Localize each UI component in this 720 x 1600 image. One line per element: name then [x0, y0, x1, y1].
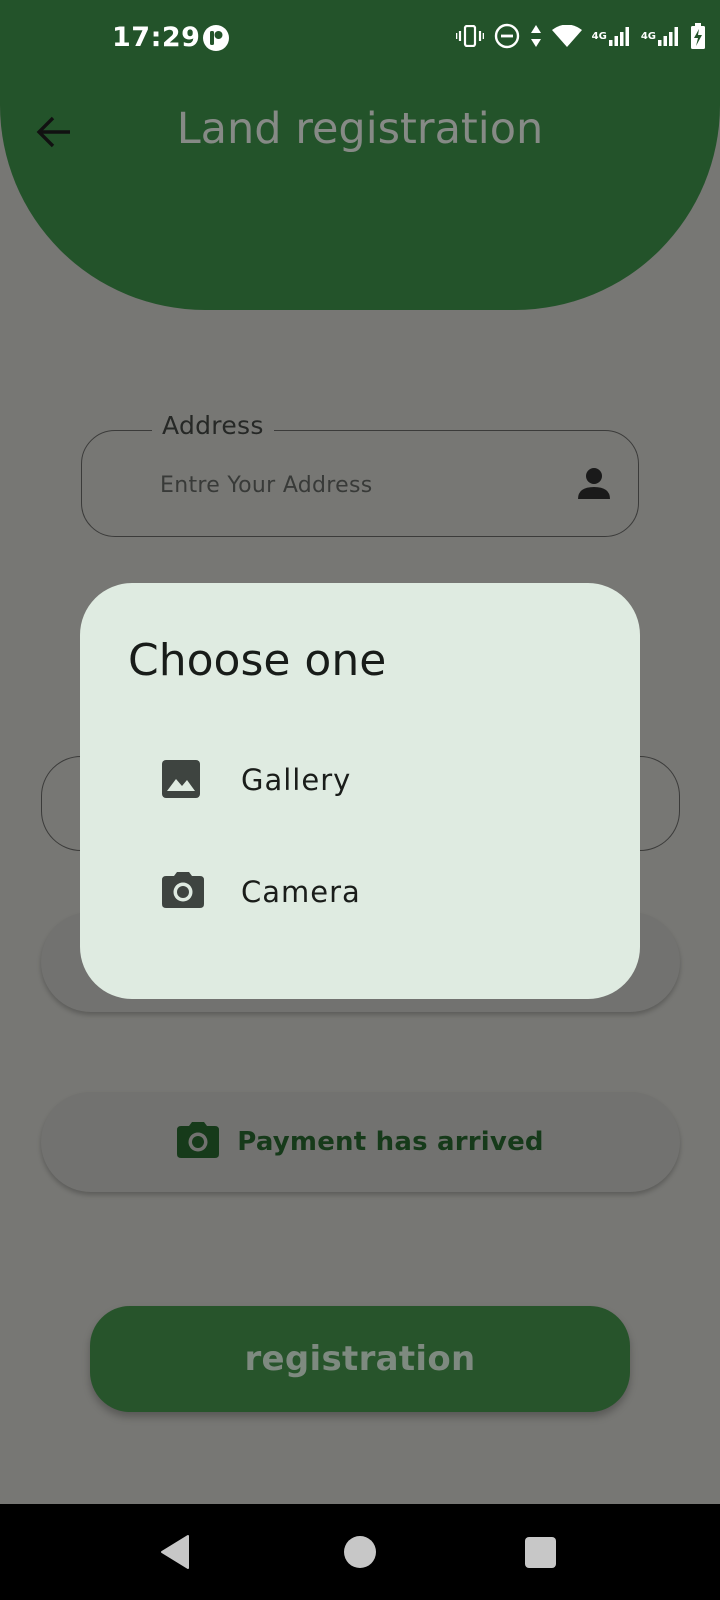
signal-4g-sim2-icon: 4G	[641, 26, 680, 46]
image-icon	[162, 760, 200, 802]
camera-icon	[162, 872, 204, 912]
address-label: Address	[152, 411, 274, 440]
status-time: 17:29	[112, 22, 201, 53]
dialog-title: Choose one	[128, 635, 387, 686]
nav-recents-icon[interactable]	[525, 1537, 556, 1568]
navigation-bar	[0, 1504, 720, 1600]
dialog-option-gallery[interactable]: Gallery	[80, 727, 640, 837]
payment-label: Payment has arrived	[237, 1127, 544, 1157]
payment-upload-button[interactable]: Payment has arrived	[41, 1092, 680, 1192]
vibrate-icon	[455, 25, 484, 47]
signal-4g-sim1-icon: 4G	[592, 26, 631, 46]
do-not-disturb-icon	[494, 23, 520, 49]
nav-back-icon[interactable]	[160, 1534, 190, 1574]
status-bar: 17:29 4G 4G	[0, 0, 720, 78]
dialog-option-camera[interactable]: Camera	[80, 839, 640, 949]
app-notification-icon	[203, 25, 229, 55]
camera-icon	[177, 1122, 220, 1162]
status-icons: 4G 4G	[455, 23, 706, 49]
registration-label: registration	[244, 1339, 476, 1379]
sim2-network-label: 4G	[640, 30, 656, 42]
battery-charging-icon	[690, 23, 706, 49]
address-field[interactable]: Address Entre Your Address	[81, 411, 639, 537]
registration-button[interactable]: registration	[90, 1306, 630, 1412]
page-title: Land registration	[176, 104, 544, 154]
person-icon	[576, 465, 612, 505]
nav-home-icon[interactable]	[344, 1536, 376, 1568]
address-input-placeholder: Entre Your Address	[160, 473, 373, 498]
sim1-network-label: 4G	[591, 30, 607, 42]
option-label-camera: Camera	[241, 875, 361, 909]
data-arrows-icon	[530, 24, 542, 48]
option-label-gallery: Gallery	[241, 763, 352, 797]
wifi-icon	[551, 25, 582, 47]
